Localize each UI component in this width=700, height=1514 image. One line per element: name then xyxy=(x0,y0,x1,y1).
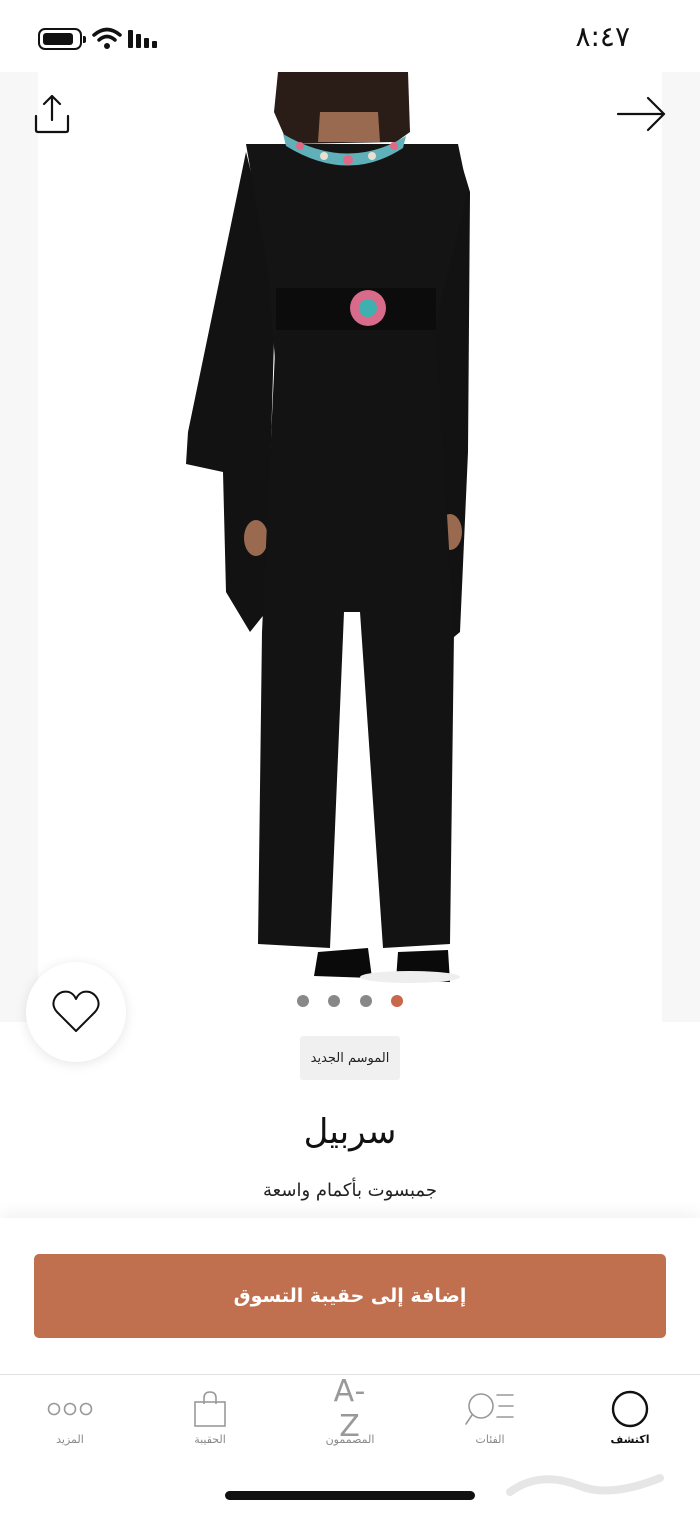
status-bar: ٨:٤٧ xyxy=(0,0,700,72)
tab-label: المزيد xyxy=(56,1433,84,1446)
pagination-dot[interactable] xyxy=(328,995,341,1007)
product-image-carousel[interactable] xyxy=(0,72,700,1022)
tab-label: المصممون xyxy=(325,1433,375,1446)
tab-categories[interactable]: الفئات xyxy=(420,1375,560,1475)
product-photo xyxy=(186,72,470,983)
signal-icon xyxy=(128,30,157,48)
bag-icon xyxy=(185,1389,235,1429)
more-dots-icon xyxy=(45,1389,95,1429)
tab-designers[interactable]: A-Z المصممون xyxy=(280,1374,420,1475)
heart-icon xyxy=(52,990,100,1032)
tab-label: الحقيبة xyxy=(194,1433,226,1446)
favorite-button[interactable] xyxy=(26,962,126,1062)
tab-bag[interactable]: الحقيبة xyxy=(140,1375,280,1475)
pagination-dot[interactable] xyxy=(359,995,372,1007)
wifi-icon xyxy=(92,27,122,49)
share-icon[interactable] xyxy=(28,90,76,138)
designers-az-icon: A-Z xyxy=(333,1374,367,1444)
categories-search-icon xyxy=(465,1389,515,1429)
pagination-dot-active[interactable] xyxy=(390,995,403,1007)
home-indicator xyxy=(225,1491,475,1500)
product-brand[interactable]: سربيل xyxy=(0,1112,700,1152)
tab-label: اكتشف xyxy=(610,1433,650,1446)
discover-circle-icon xyxy=(605,1389,655,1429)
battery-icon xyxy=(38,28,86,50)
arrow-right-icon[interactable] xyxy=(614,94,670,134)
pagination-dot[interactable] xyxy=(297,995,310,1007)
cta-panel: إضافة إلى حقيبة التسوق xyxy=(0,1218,700,1374)
add-to-bag-button[interactable]: إضافة إلى حقيبة التسوق xyxy=(34,1254,666,1338)
status-time: ٨:٤٧ xyxy=(575,20,630,53)
watermark-logo xyxy=(506,1474,664,1496)
product-image xyxy=(38,72,662,1022)
tab-more[interactable]: المزيد xyxy=(0,1375,140,1475)
product-name: جمبسوت بأكمام واسعة xyxy=(263,1180,437,1201)
tab-discover[interactable]: اكتشف xyxy=(560,1375,700,1475)
tab-label: الفئات xyxy=(475,1433,505,1446)
new-season-badge: الموسم الجديد xyxy=(300,1036,400,1080)
